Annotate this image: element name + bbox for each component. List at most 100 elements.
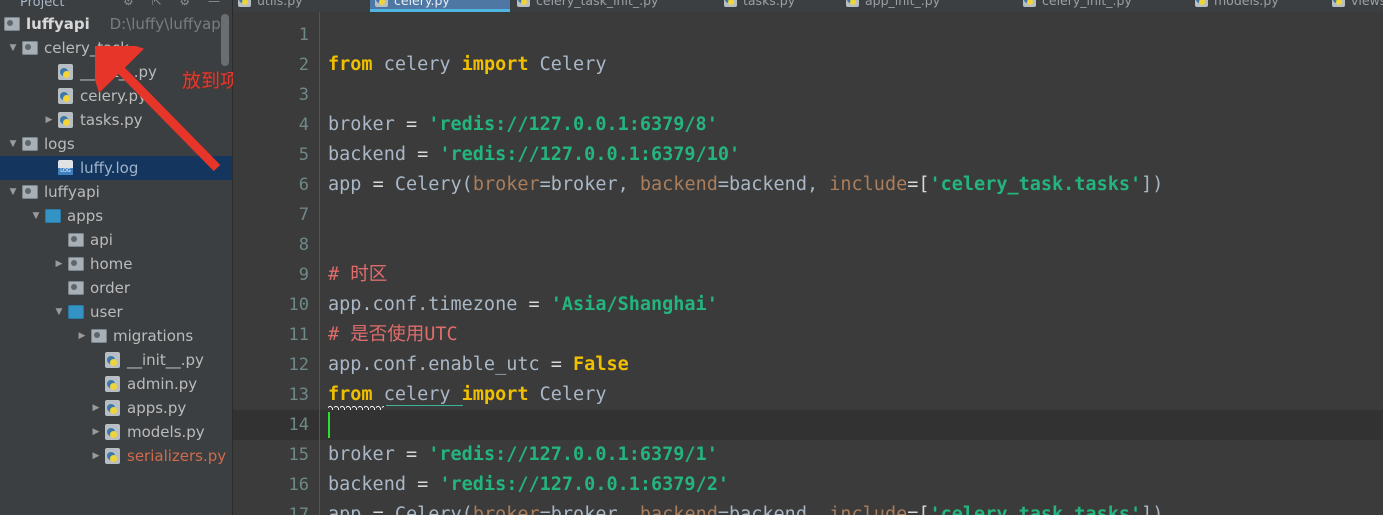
code-text-area[interactable]: from celery import Celery broker = 'redis… (320, 12, 1383, 515)
python-file-icon (58, 64, 73, 80)
editor-tab-label: celery_task_init_.py (536, 0, 659, 8)
tree-node-label: __init__.py (127, 351, 204, 369)
code-line[interactable]: backend = 'redis://127.0.0.1:6379/2' (328, 470, 729, 500)
code-token: from (328, 384, 384, 405)
chevron-right-icon[interactable] (75, 324, 89, 348)
chevron-right-icon[interactable] (42, 108, 56, 132)
python-file-icon (1332, 0, 1345, 7)
line-number: 17 (288, 505, 309, 515)
chevron-down-icon[interactable] (29, 204, 43, 228)
editor-tab-bar[interactable]: utils.py celery.py celery_task_init_.py tas… (233, 0, 1383, 12)
editor-tab-utils-py[interactable]: utils.py (233, 0, 368, 12)
chevron-down-icon[interactable] (0, 12, 2, 36)
chevron-down-icon[interactable] (52, 300, 66, 324)
folder-icon (22, 41, 38, 55)
line-number: 9 (298, 265, 309, 285)
code-line[interactable]: app.conf.timezone = 'Asia/Shanghai' (328, 290, 718, 320)
folder-icon (22, 137, 38, 151)
code-token: backend (639, 174, 718, 195)
tree-node-models-py[interactable]: models.py (0, 420, 233, 444)
tree-node-tasks-py[interactable]: tasks.py (0, 108, 233, 132)
code-token: Celery( (394, 174, 473, 195)
line-number: 12 (288, 355, 309, 375)
code-line[interactable]: # 时区 (328, 260, 387, 290)
tree-node-luffyapi[interactable]: luffyapi (0, 180, 233, 204)
python-file-icon (1023, 0, 1036, 7)
tree-node-label: user (90, 303, 123, 321)
code-line[interactable]: app.conf.enable_utc = False (328, 350, 629, 380)
line-number: 2 (298, 55, 309, 75)
chevron-down-icon[interactable] (6, 180, 20, 204)
editor-tab-tasks-py[interactable]: tasks.py (719, 0, 839, 12)
code-token: from (328, 54, 384, 75)
tree-node-apps[interactable]: apps (0, 204, 233, 228)
editor-tab-celery-py[interactable]: celery.py (370, 0, 510, 12)
editor-tab-app-init--py[interactable]: app_init_.py (841, 0, 1016, 12)
code-line[interactable]: # 是否使用UTC (328, 320, 458, 350)
chevron-right-icon[interactable] (52, 252, 66, 276)
line-number: 4 (298, 115, 309, 135)
code-token: # 是否使用UTC (328, 324, 458, 345)
tree-node-user[interactable]: user (0, 300, 233, 324)
tree-node-luffyapi[interactable]: luffyapi D:\luffy\luffyapi (0, 12, 233, 36)
line-number: 7 (298, 205, 309, 225)
sidebar-scrollbar-thumb[interactable] (221, 14, 229, 66)
chevron-right-icon[interactable] (89, 420, 103, 444)
folder-icon (68, 257, 84, 271)
tree-node-luffy-log[interactable]: luffy.log (0, 156, 233, 180)
code-line[interactable]: app = Celery(broker=broker, backend=back… (328, 500, 1163, 515)
tree-node-label: serializers.py (127, 447, 227, 465)
tree-node-serializers-py[interactable]: serializers.py (0, 444, 233, 468)
code-line[interactable]: app = Celery(broker=broker, backend=back… (328, 170, 1163, 200)
code-token: include (829, 174, 908, 195)
project-tool-window-header: Project ⚙ ⇱ ⚙ — (0, 0, 233, 12)
tree-node-label: luffyapi (44, 183, 100, 201)
tree-node-label: tasks.py (80, 111, 143, 129)
line-number: 14 (288, 415, 309, 435)
code-line[interactable]: broker = 'redis://127.0.0.1:6379/8' (328, 110, 718, 140)
code-token: 'celery_task.tasks' (929, 504, 1142, 515)
code-line[interactable]: backend = 'redis://127.0.0.1:6379/10' (328, 140, 740, 170)
editor-gutter[interactable]: 1 2 3 4 5 6 7 8 9 10 11 12 13 14 15 16 17 (233, 12, 319, 515)
project-panel-toolbar-icons[interactable]: ⚙ ⇱ ⚙ — (123, 0, 227, 8)
python-file-icon (105, 448, 120, 464)
code-token: = (417, 144, 440, 165)
code-editor: utils.py celery.py celery_task_init_.py tas… (233, 0, 1383, 515)
code-line[interactable]: from celery import Celery (328, 50, 606, 80)
code-token: ]) (1141, 174, 1164, 195)
chevron-right-icon[interactable] (89, 444, 103, 468)
tree-node-logs[interactable]: logs (0, 132, 233, 156)
python-file-icon (724, 0, 737, 7)
editor-tab-views-py[interactable]: views.py (1327, 0, 1383, 12)
tree-node-label: migrations (113, 327, 194, 345)
folder-icon (4, 17, 20, 31)
chevron-down-icon[interactable] (6, 36, 20, 60)
code-token: app (328, 504, 373, 515)
code-token: Celery (539, 54, 607, 75)
code-line[interactable]: broker = 'redis://127.0.0.1:6379/1' (328, 440, 718, 470)
tree-node-home[interactable]: home (0, 252, 233, 276)
code-token: 'redis://127.0.0.1:6379/8' (428, 114, 718, 135)
code-token: False (573, 354, 629, 375)
tree-node-order[interactable]: order (0, 276, 233, 300)
editor-tab-label: celery.py (394, 0, 450, 8)
code-token: 'celery_task.tasks' (929, 174, 1142, 195)
log-file-icon (58, 160, 73, 175)
code-token: = (417, 474, 440, 495)
editor-tab-celery-task-init--py[interactable]: celery_task_init_.py (512, 0, 717, 12)
tree-node---init---py[interactable]: __init__.py (0, 348, 233, 372)
chevron-down-icon[interactable] (6, 132, 20, 156)
tree-node-api[interactable]: api (0, 228, 233, 252)
chevron-right-icon[interactable] (89, 396, 103, 420)
tree-node-admin-py[interactable]: admin.py (0, 372, 233, 396)
current-line-highlight (320, 410, 1383, 440)
tree-node-migrations[interactable]: migrations (0, 324, 233, 348)
tree-node-celery-task[interactable]: celery_task (0, 36, 233, 60)
tree-node-path: D:\luffy\luffyapi (109, 15, 225, 33)
python-file-icon (238, 0, 251, 7)
editor-tab-models-py[interactable]: models.py (1190, 0, 1325, 12)
code-token: = (372, 504, 395, 515)
editor-tab-label: views.py (1351, 0, 1383, 8)
editor-tab-celery-init--py[interactable]: celery_init_.py (1018, 0, 1188, 12)
tree-node-apps-py[interactable]: apps.py (0, 396, 233, 420)
